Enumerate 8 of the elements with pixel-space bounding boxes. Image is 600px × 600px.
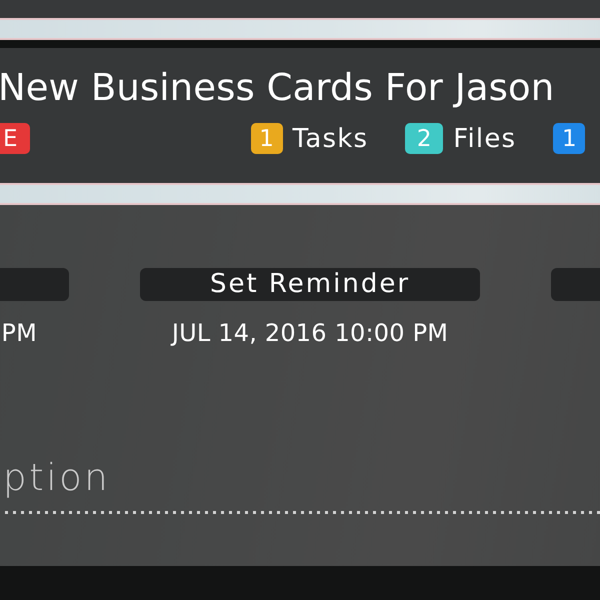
schedule-button[interactable]: Set Reminder (140, 268, 480, 301)
date-text: PM (0, 318, 38, 348)
date-text: JUL 14, 2016 10:00 PM (170, 318, 450, 348)
count-badge[interactable]: 1 (553, 123, 586, 154)
status-badge: E (0, 123, 30, 154)
count-label[interactable]: Files (453, 124, 516, 154)
count-label[interactable]: Tasks (292, 124, 368, 154)
task-title: New Business Cards For Jason (0, 66, 556, 110)
